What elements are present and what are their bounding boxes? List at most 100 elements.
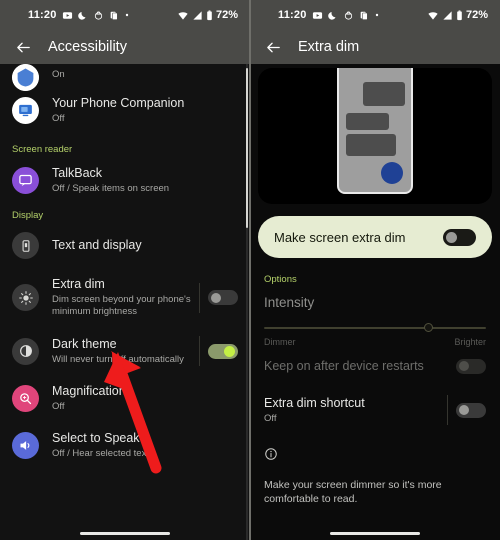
list-item-text: Magnification Off bbox=[52, 384, 238, 413]
list-item-text: TalkBack Off / Speak items on screen bbox=[52, 166, 238, 195]
magnification-icon bbox=[12, 385, 39, 412]
section-header-screen-reader: Screen reader bbox=[12, 144, 73, 155]
moon-icon bbox=[77, 10, 88, 21]
accessibility-settings-list[interactable]: On Your Phone Companion Off Screen reade… bbox=[0, 64, 250, 540]
preview-rect-3 bbox=[346, 134, 396, 156]
wifi-icon bbox=[427, 10, 439, 21]
list-item-text: Select to Speak Off / Hear selected text bbox=[52, 431, 238, 460]
preview-rect-1 bbox=[363, 82, 405, 106]
info-description: Make your screen dimmer so it's more com… bbox=[264, 479, 442, 505]
make-screen-extra-dim-card[interactable]: Make screen extra dim bbox=[258, 216, 492, 258]
preview-rect-2 bbox=[346, 113, 389, 130]
do-not-disturb-icon bbox=[343, 10, 354, 21]
list-item-dark-theme[interactable]: Dark theme Will never turn off automatic… bbox=[0, 327, 250, 375]
slider-thumb[interactable] bbox=[423, 323, 433, 332]
copy-icon bbox=[359, 10, 369, 21]
slider-max-label: Brighter bbox=[454, 337, 486, 347]
page-title: Accessibility bbox=[48, 39, 127, 55]
list-item-title: Dark theme bbox=[52, 336, 117, 351]
toggle-knob bbox=[224, 345, 235, 357]
list-item-subtitle: Dim screen beyond your phone's minimum b… bbox=[52, 294, 191, 317]
left-phone-screen: 11:20 72% Accessibility On Your Phone Co… bbox=[0, 0, 250, 540]
extra-dim-settings-content: Make screen extra dim Options Intensity … bbox=[250, 64, 500, 540]
list-item-title: TalkBack bbox=[52, 166, 103, 180]
row-text: Extra dim shortcut Off bbox=[264, 396, 443, 424]
status-bar-right-group: 72% bbox=[177, 9, 238, 21]
youtube-icon bbox=[62, 10, 73, 21]
row-divider bbox=[199, 336, 200, 366]
phone-preview-illustration bbox=[258, 68, 492, 204]
list-item-talkback[interactable]: TalkBack Off / Speak items on screen bbox=[0, 157, 250, 204]
back-arrow-icon[interactable] bbox=[262, 36, 284, 58]
battery-icon bbox=[206, 9, 213, 21]
toggle-knob bbox=[211, 292, 221, 303]
list-item-extra-dim[interactable]: Extra dim Dim screen beyond your phone's… bbox=[0, 268, 250, 327]
right-phone-screen: 11:20 72% Extra dim Make screen extra di… bbox=[250, 0, 500, 540]
page-title: Extra dim bbox=[298, 39, 360, 55]
battery-percent: 72% bbox=[465, 9, 488, 21]
list-item-text: Extra dim Dim screen beyond your phone's… bbox=[52, 277, 195, 318]
list-item-text-and-display[interactable]: Text and display bbox=[0, 223, 250, 268]
list-item-title: Your Phone Companion bbox=[52, 96, 185, 110]
signal-icon bbox=[192, 10, 203, 21]
row-subtitle: Off bbox=[264, 413, 277, 424]
battery-percent: 72% bbox=[215, 9, 238, 21]
intensity-slider[interactable] bbox=[264, 323, 486, 333]
intensity-label: Intensity bbox=[264, 295, 315, 310]
preview-fab-circle bbox=[381, 162, 403, 184]
list-item-text: Your Phone Companion Off bbox=[52, 96, 238, 125]
status-bar-right: 11:20 72% bbox=[250, 0, 500, 30]
copy-icon bbox=[109, 10, 119, 21]
list-item-select-to-speak[interactable]: Select to Speak Off / Hear selected text bbox=[0, 422, 250, 469]
moon-icon bbox=[327, 10, 338, 21]
row-divider bbox=[199, 282, 200, 313]
info-icon bbox=[264, 447, 278, 461]
list-item-text: Text and display bbox=[52, 238, 238, 253]
select-to-speak-icon bbox=[12, 432, 39, 459]
status-bar-left-group: 11:20 bbox=[28, 9, 130, 21]
extra-dim-toggle[interactable] bbox=[208, 290, 238, 305]
phone-companion-icon bbox=[12, 97, 39, 124]
info-icon-block bbox=[250, 435, 500, 466]
status-bar-right-group: 72% bbox=[427, 9, 488, 21]
list-item-your-phone-companion[interactable]: Your Phone Companion Off bbox=[0, 87, 250, 134]
keep-on-after-restart-toggle[interactable] bbox=[456, 358, 486, 374]
dark-theme-toggle[interactable] bbox=[208, 343, 238, 359]
list-item-subtitle: Off / Speak items on screen bbox=[52, 183, 170, 194]
slider-min-label: Dimmer bbox=[264, 337, 296, 347]
signal-icon bbox=[442, 10, 453, 21]
list-item-subtitle: Off bbox=[52, 401, 65, 412]
list-item-title: Extra dim bbox=[52, 277, 105, 291]
row-keep-on-after-restart[interactable]: Keep on after device restarts bbox=[250, 347, 500, 385]
section-header-display: Display bbox=[12, 210, 44, 221]
list-item-text: On bbox=[52, 67, 238, 81]
slider-labels: Dimmer Brighter bbox=[250, 333, 500, 347]
main-toggle-label: Make screen extra dim bbox=[274, 229, 406, 245]
row-divider bbox=[447, 395, 448, 425]
row-text: Keep on after device restarts bbox=[264, 359, 448, 374]
preview-phone-body bbox=[337, 68, 413, 194]
list-item-subtitle: Will never turn off automatically bbox=[52, 353, 184, 365]
list-item-magnification[interactable]: Magnification Off bbox=[0, 375, 250, 422]
list-item-title: Text and display bbox=[52, 238, 142, 252]
status-bar-left-group: 11:20 bbox=[278, 9, 380, 21]
row-extra-dim-shortcut[interactable]: Extra dim shortcut Off bbox=[250, 385, 500, 435]
list-item-text: Dark theme Will never turn off automatic… bbox=[52, 337, 195, 366]
dot-icon bbox=[374, 12, 380, 18]
list-item[interactable]: On bbox=[0, 64, 250, 91]
toggle-knob bbox=[459, 405, 469, 415]
status-time: 11:20 bbox=[278, 9, 307, 21]
home-gesture-bar[interactable] bbox=[80, 532, 170, 535]
talkback-icon bbox=[12, 167, 39, 194]
list-item-subtitle: On bbox=[52, 69, 65, 80]
list-item-subtitle: Off bbox=[52, 113, 65, 124]
wifi-icon bbox=[177, 10, 189, 21]
status-time: 11:20 bbox=[28, 9, 57, 21]
panel-divider bbox=[249, 0, 251, 540]
toggle-knob bbox=[459, 361, 469, 371]
home-gesture-bar[interactable] bbox=[330, 532, 420, 535]
section-header-options: Options bbox=[264, 274, 297, 285]
extra-dim-shortcut-toggle[interactable] bbox=[456, 402, 486, 418]
back-arrow-icon[interactable] bbox=[12, 36, 34, 58]
make-screen-extra-dim-toggle[interactable] bbox=[443, 228, 476, 246]
